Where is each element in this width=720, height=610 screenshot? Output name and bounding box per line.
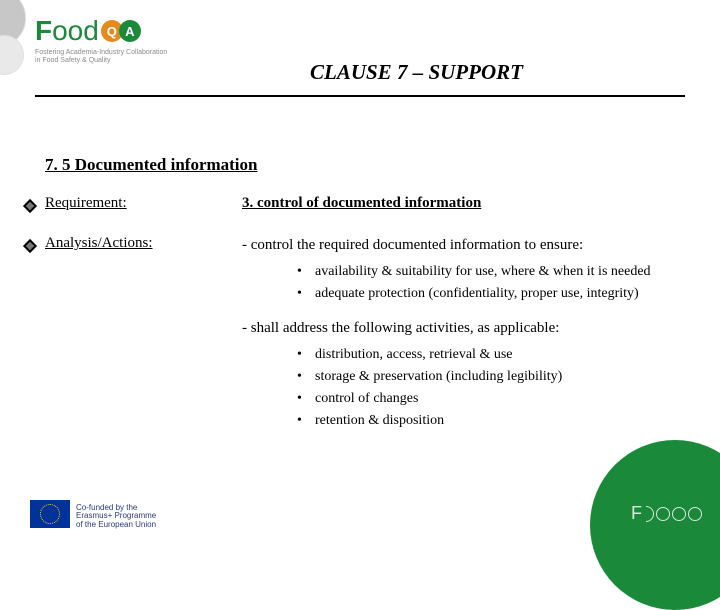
ring-icon: [688, 507, 702, 521]
eu-stars-icon: [40, 504, 60, 524]
eu-funding-text: Co-funded by the Erasmus+ Programme of t…: [76, 504, 156, 530]
slide-title: CLAUSE 7 – SUPPORT: [310, 60, 523, 85]
logo-badge: Q A: [101, 20, 141, 42]
label-analysis: Analysis/Actions:: [45, 235, 153, 252]
sidebar-item-requirement: Requirement:: [25, 195, 235, 212]
decor-rings: F: [631, 503, 702, 524]
footer-line: of the European Union: [76, 521, 156, 530]
diamond-bullet-icon: [23, 199, 37, 213]
tagline-line: Fostering Academia-Industry Collaboratio…: [35, 49, 175, 57]
list-item: control of changes: [297, 391, 690, 407]
header: F oo d Q A Fostering Academia-Industry C…: [0, 0, 720, 100]
eu-flag-icon: [30, 500, 70, 528]
logo-mark: F oo d Q A: [35, 15, 141, 47]
logo-letter: d: [83, 15, 99, 47]
title-rule: [35, 95, 685, 97]
logo-letter: F: [35, 15, 52, 47]
badge-a: A: [119, 20, 141, 42]
ring-icon: [646, 506, 654, 522]
logo: F oo d Q A Fostering Academia-Industry C…: [35, 15, 185, 64]
list-item: retention & disposition: [297, 413, 690, 429]
list-item: adequate protection (confidentiality, pr…: [297, 286, 690, 302]
ring-icon: [672, 507, 686, 521]
ring-icon: [656, 507, 670, 521]
list-item: availability & suitability for use, wher…: [297, 264, 690, 280]
content-lead: - control the required documented inform…: [242, 237, 690, 254]
content-column: 3. control of documented information - c…: [242, 195, 690, 447]
list-item: distribution, access, retrieval & use: [297, 347, 690, 363]
decor-letter: F: [631, 503, 642, 524]
list-item: storage & preservation (including legibi…: [297, 369, 690, 385]
footer: Co-funded by the Erasmus+ Programme of t…: [0, 480, 720, 540]
content-heading: 3. control of documented information: [242, 195, 690, 212]
decor-green-circle: [590, 440, 720, 610]
sidebar-item-analysis: Analysis/Actions:: [25, 235, 235, 252]
tagline-line: in Food Safety & Quality: [35, 57, 175, 65]
label-requirement: Requirement:: [45, 195, 127, 212]
bullet-list: availability & suitability for use, wher…: [297, 264, 690, 302]
logo-letter: oo: [52, 15, 83, 47]
bullet-list: distribution, access, retrieval & use st…: [297, 347, 690, 429]
logo-tagline: Fostering Academia-Industry Collaboratio…: [35, 49, 175, 64]
section-heading: 7. 5 Documented information: [45, 155, 257, 175]
diamond-bullet-icon: [23, 239, 37, 253]
content-lead: - shall address the following activities…: [242, 320, 690, 337]
